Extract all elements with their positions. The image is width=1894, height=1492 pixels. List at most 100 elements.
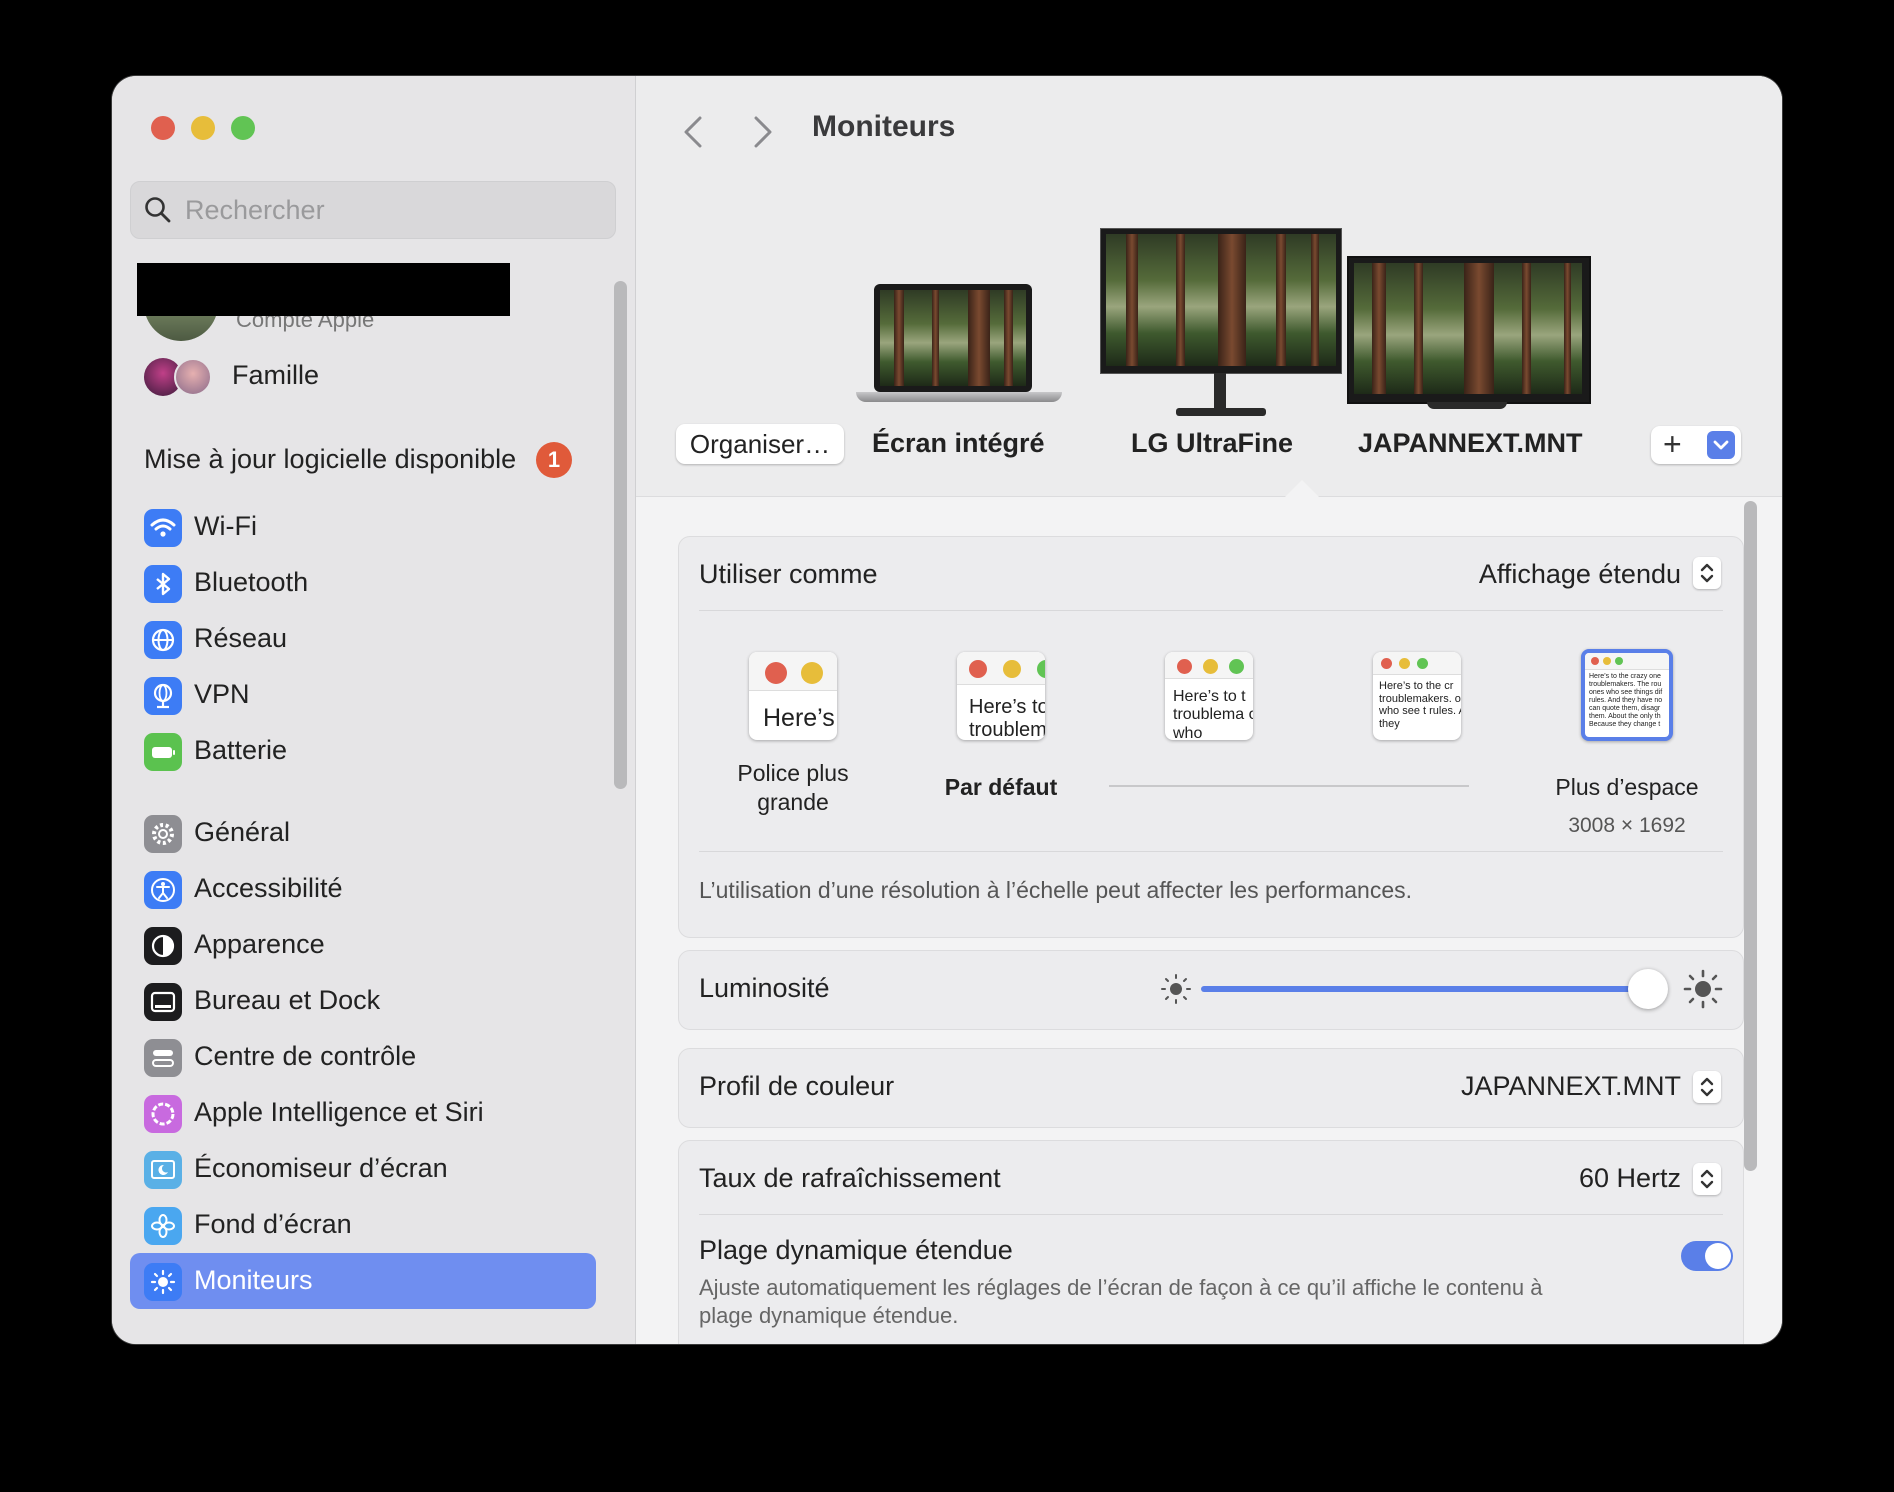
sidebar-item-bluetooth[interactable]: Bluetooth xyxy=(130,555,596,611)
hdr-description-line1: Ajuste automatiquement les réglages de l… xyxy=(699,1275,1543,1300)
resolution-option-3[interactable]: Here’s to t troublema ones who xyxy=(1165,652,1253,740)
sidebar-item-batterie[interactable]: Batterie xyxy=(130,723,596,779)
brightness-slider-knob[interactable] xyxy=(1627,969,1668,1009)
color-profile-card: Profil de couleur JAPANNEXT.MNT xyxy=(678,1048,1744,1128)
resolution-note: L’utilisation d’une résolution à l’échel… xyxy=(699,877,1412,903)
sidebar-item-label: Bureau et Dock xyxy=(194,985,381,1015)
main-scrollbar[interactable] xyxy=(1744,501,1757,1171)
current-resolution: 3008 × 1692 xyxy=(1568,814,1686,837)
refresh-card: Taux de rafraîchissement 60 Hertz Plage … xyxy=(678,1140,1744,1344)
sidebar-item-label: Fond d’écran xyxy=(194,1209,352,1239)
refresh-label: Taux de rafraîchissement xyxy=(699,1163,1001,1193)
sidebar-item-r-seau[interactable]: Réseau xyxy=(130,611,596,667)
sidebar-item-label: VPN xyxy=(194,679,250,709)
sidebar-item-centre-de-contr-le[interactable]: Centre de contrôle xyxy=(130,1029,596,1085)
display-builtin-thumbnail[interactable] xyxy=(856,284,1066,409)
sidebar-item-label: Wi-Fi xyxy=(194,511,257,541)
accessibility-icon xyxy=(144,871,182,909)
display-label-lg[interactable]: LG UltraFine xyxy=(1131,428,1293,459)
sidebar-item-accessibilit-[interactable]: Accessibilité xyxy=(130,861,596,917)
search-icon xyxy=(145,197,171,223)
main-pane: Moniteurs Organiser… Écran intégré LG Ul… xyxy=(636,76,1782,1344)
sidebar-item-apparence[interactable]: Apparence xyxy=(130,917,596,973)
sidebar: Rechercher Compte Apple Famille Mise à j… xyxy=(112,76,636,1344)
software-update-link[interactable]: Mise à jour logicielle disponible xyxy=(144,444,516,475)
add-display-button[interactable]: + xyxy=(1663,428,1682,460)
display-label-builtin[interactable]: Écran intégré xyxy=(872,428,1045,459)
sidebar-item-moniteurs[interactable]: Moniteurs xyxy=(130,1253,596,1309)
gear-icon xyxy=(144,815,182,853)
resolution-label-larger-text: Police plus grande xyxy=(737,760,849,815)
sun-large-icon xyxy=(1683,969,1723,1009)
sidebar-item-label: Économiseur d’écran xyxy=(194,1153,448,1183)
add-display-menu-button[interactable] xyxy=(1707,431,1735,459)
control-center-icon xyxy=(144,1039,182,1077)
display-japannext-thumbnail[interactable] xyxy=(1347,256,1591,416)
resolution-label-more-space: Plus d’espace xyxy=(1555,774,1699,800)
hdr-label: Plage dynamique étendue xyxy=(699,1235,1013,1265)
up-down-chevron-icon xyxy=(1700,1169,1714,1189)
display-lg-thumbnail[interactable] xyxy=(1100,228,1342,423)
bluetooth-icon xyxy=(144,565,182,603)
family-label[interactable]: Famille xyxy=(232,360,319,391)
settings-window: Rechercher Compte Apple Famille Mise à j… xyxy=(112,76,1782,1344)
resolution-option-larger-text[interactable]: Here’s xyxy=(749,652,837,740)
resolution-label-default: Par défaut xyxy=(944,774,1058,800)
page-title: Moniteurs xyxy=(812,110,956,143)
minimize-button[interactable] xyxy=(191,116,215,140)
brightness-slider-track[interactable] xyxy=(1201,986,1648,992)
sidebar-item-fond-d-cran[interactable]: Fond d’écran xyxy=(130,1197,596,1253)
sidebar-item-label: Moniteurs xyxy=(194,1265,313,1295)
selected-display-pointer xyxy=(1284,480,1320,498)
display-label-japannext[interactable]: JAPANNEXT.MNT xyxy=(1358,428,1583,459)
back-chevron-icon[interactable] xyxy=(680,112,706,152)
color-profile-label: Profil de couleur xyxy=(699,1071,895,1101)
forward-chevron-icon[interactable] xyxy=(750,112,776,152)
use-as-value[interactable]: Affichage étendu xyxy=(1479,559,1681,590)
siri-icon xyxy=(144,1095,182,1133)
sidebar-item-apple-intelligence-et-siri[interactable]: Apple Intelligence et Siri xyxy=(130,1085,596,1141)
divider xyxy=(699,1214,1723,1215)
search-field[interactable]: Rechercher xyxy=(130,181,616,239)
wifi-icon xyxy=(144,509,182,547)
color-profile-stepper[interactable] xyxy=(1693,1071,1721,1103)
redacted-account-name xyxy=(137,263,510,316)
use-as-card: Utiliser comme Affichage étendu Here’s H… xyxy=(678,536,1744,938)
vpn-globe-icon xyxy=(144,677,182,715)
sidebar-item-label: Accessibilité xyxy=(194,873,343,903)
brightness-card: Luminosité xyxy=(678,950,1744,1030)
sidebar-item-label: Général xyxy=(194,817,291,847)
refresh-value[interactable]: 60 Hertz xyxy=(1579,1163,1681,1194)
hdr-toggle[interactable] xyxy=(1681,1241,1733,1271)
family-avatar xyxy=(174,358,212,396)
color-profile-value[interactable]: JAPANNEXT.MNT xyxy=(1461,1071,1681,1102)
sidebar-item-label: Centre de contrôle xyxy=(194,1041,417,1071)
search-placeholder: Rechercher xyxy=(185,195,325,225)
divider xyxy=(699,851,1723,852)
arrange-button[interactable]: Organiser… xyxy=(676,424,844,464)
resolution-sample-text: Here’s to t troublema ones who xyxy=(1173,688,1253,740)
use-as-stepper[interactable] xyxy=(1693,557,1721,589)
up-down-chevron-icon xyxy=(1700,563,1714,583)
sidebar-item--conomiseur-d-cran[interactable]: Économiseur d’écran xyxy=(130,1141,596,1197)
sidebar-item-bureau-et-dock[interactable]: Bureau et Dock xyxy=(130,973,596,1029)
close-button[interactable] xyxy=(151,116,175,140)
resolution-sample-text: Here’s to troublem xyxy=(969,696,1045,740)
add-display-control[interactable]: + xyxy=(1651,426,1741,464)
sidebar-item-vpn[interactable]: VPN xyxy=(130,667,596,723)
resolution-option-default[interactable]: Here’s to troublem xyxy=(957,652,1045,740)
resolution-option-more-space[interactable]: Here’s to the crazy one troublemakers. T… xyxy=(1581,649,1673,741)
sidebar-item-label: Batterie xyxy=(194,735,288,765)
refresh-stepper[interactable] xyxy=(1693,1163,1721,1195)
screensaver-icon xyxy=(144,1151,182,1189)
update-badge: 1 xyxy=(536,442,572,478)
displays-header: Moniteurs Organiser… Écran intégré LG Ul… xyxy=(636,76,1782,498)
sidebar-scrollbar[interactable] xyxy=(614,281,627,789)
resolution-option-4[interactable]: Here’s to the cr troublemakers. ones who… xyxy=(1373,652,1461,740)
zoom-button[interactable] xyxy=(231,116,255,140)
hdr-description-line2: plage dynamique étendue. xyxy=(699,1303,959,1328)
sidebar-item-wi-fi[interactable]: Wi-Fi xyxy=(130,499,596,555)
sidebar-item-g-n-ral[interactable]: Général xyxy=(130,805,596,861)
wallpaper-icon xyxy=(144,1207,182,1245)
battery-icon xyxy=(144,733,182,771)
